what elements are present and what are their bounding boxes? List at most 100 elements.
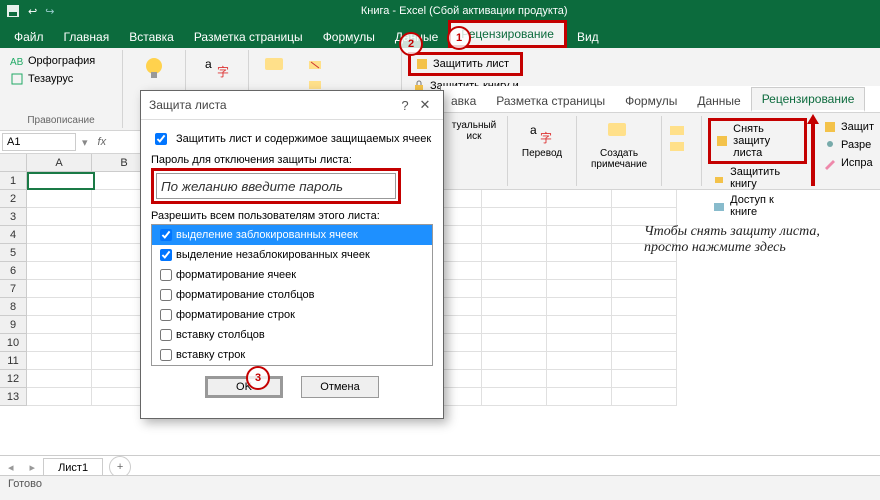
cell[interactable] [27, 172, 95, 190]
protect-book2-button[interactable]: Защитить книгу [708, 164, 807, 192]
permission-item[interactable]: форматирование строк [152, 305, 432, 325]
cell[interactable] [482, 388, 547, 406]
redo-icon[interactable]: ↪ [45, 5, 54, 18]
select-all-corner[interactable] [0, 154, 27, 172]
row-header[interactable]: 4 [0, 226, 27, 244]
cell[interactable] [612, 298, 677, 316]
cancel-button[interactable]: Отмена [301, 376, 379, 398]
cell[interactable] [482, 208, 547, 226]
protect-extra-button[interactable]: Защит [819, 118, 875, 136]
tab-insert[interactable]: Вставка [119, 26, 184, 48]
cell[interactable] [547, 190, 612, 208]
cell[interactable] [612, 262, 677, 280]
permission-checkbox[interactable] [160, 229, 172, 241]
permission-checkbox[interactable] [160, 329, 172, 341]
sheet-tab-1[interactable]: Лист1 [43, 458, 103, 477]
row-header[interactable]: 7 [0, 280, 27, 298]
cell[interactable] [612, 352, 677, 370]
row-header[interactable]: 2 [0, 190, 27, 208]
cell[interactable] [482, 370, 547, 388]
cell[interactable] [612, 280, 677, 298]
permission-checkbox[interactable] [160, 289, 172, 301]
allow-ranges-button[interactable]: Разре [819, 136, 875, 154]
fx-icon[interactable]: fx [92, 136, 113, 148]
cell[interactable] [547, 388, 612, 406]
row-header[interactable]: 6 [0, 262, 27, 280]
cell[interactable] [612, 190, 677, 208]
row-header[interactable]: 3 [0, 208, 27, 226]
help-icon[interactable]: ? [395, 98, 415, 113]
permission-checkbox[interactable] [160, 309, 172, 321]
tab-view[interactable]: Вид [567, 26, 609, 48]
row-header[interactable]: 10 [0, 334, 27, 352]
cell[interactable] [482, 352, 547, 370]
cell[interactable] [482, 298, 547, 316]
cell[interactable] [27, 352, 92, 370]
spelling-button[interactable]: ABCОрфография [6, 52, 116, 70]
cell[interactable] [612, 370, 677, 388]
protect-contents-input[interactable] [155, 133, 167, 145]
tab-formulas[interactable]: Формулы [313, 26, 385, 48]
protect-sheet-button[interactable]: Защитить лист [408, 52, 523, 76]
new-comment2-button[interactable]: Создать примечание [583, 118, 655, 172]
new-comment-button[interactable] [255, 52, 299, 94]
cell[interactable] [547, 334, 612, 352]
close-icon[interactable]: ✕ [415, 97, 435, 113]
permissions-listbox[interactable]: выделение заблокированных ячееквыделение… [151, 224, 433, 366]
cell[interactable] [27, 226, 92, 244]
permission-item[interactable]: форматирование столбцов [152, 285, 432, 305]
cell[interactable] [27, 244, 92, 262]
cell[interactable] [482, 190, 547, 208]
tab-home[interactable]: Главная [54, 26, 120, 48]
sheet-nav-prev[interactable]: ◂ [0, 461, 22, 474]
cell[interactable] [612, 316, 677, 334]
sheet-nav-next[interactable]: ▸ [22, 461, 44, 474]
save-icon[interactable] [6, 4, 20, 18]
cell[interactable] [547, 352, 612, 370]
cell[interactable] [482, 334, 547, 352]
cell[interactable] [482, 316, 547, 334]
cell[interactable] [482, 280, 547, 298]
permission-checkbox[interactable] [160, 349, 172, 361]
tab2-pagelayout[interactable]: Разметка страницы [486, 90, 615, 112]
tab2-data[interactable]: Данные [687, 90, 750, 112]
cell[interactable] [27, 190, 92, 208]
row-header[interactable]: 11 [0, 352, 27, 370]
permission-item[interactable]: выделение заблокированных ячеек [152, 225, 432, 245]
delete-comment-button[interactable] [303, 56, 327, 74]
cell[interactable] [27, 208, 92, 226]
unprotect-sheet-button[interactable]: Снять защиту листа [708, 118, 807, 164]
cell[interactable] [27, 316, 92, 334]
translate-button[interactable]: a字 [192, 52, 242, 84]
protect-contents-checkbox[interactable]: Защитить лист и содержимое защищаемых яч… [151, 130, 433, 148]
cell[interactable] [547, 208, 612, 226]
row-header[interactable]: 12 [0, 370, 27, 388]
cell[interactable] [27, 298, 92, 316]
cell[interactable] [547, 316, 612, 334]
cell[interactable] [547, 226, 612, 244]
permission-item[interactable]: выделение незаблокированных ячеек [152, 245, 432, 265]
permission-item[interactable]: вставку столбцов [152, 325, 432, 345]
thesaurus-button[interactable]: Тезаурус [6, 70, 116, 88]
cell[interactable] [27, 370, 92, 388]
cell[interactable] [27, 280, 92, 298]
row-header[interactable]: 8 [0, 298, 27, 316]
next-comment-icon[interactable] [668, 140, 695, 154]
cell[interactable] [482, 262, 547, 280]
prev-comment-icon[interactable] [668, 124, 695, 138]
translate2-button[interactable]: a字Перевод [514, 118, 570, 161]
permission-item[interactable]: вставку строк [152, 345, 432, 365]
tab2-formulas[interactable]: Формулы [615, 90, 687, 112]
visual-disk-button[interactable]: туальный иск [447, 118, 501, 144]
permission-checkbox[interactable] [160, 269, 172, 281]
cell[interactable] [612, 334, 677, 352]
tab-file[interactable]: Файл [4, 26, 54, 48]
cell[interactable] [482, 226, 547, 244]
permission-item[interactable]: форматирование ячеек [152, 265, 432, 285]
tab-pagelayout[interactable]: Разметка страницы [184, 26, 313, 48]
dropdown-icon[interactable]: ▾ [78, 136, 92, 149]
tab2-review[interactable]: Рецензирование [751, 87, 866, 112]
cell[interactable] [612, 388, 677, 406]
cell[interactable] [547, 262, 612, 280]
tab2-insert[interactable]: авка [441, 90, 486, 112]
